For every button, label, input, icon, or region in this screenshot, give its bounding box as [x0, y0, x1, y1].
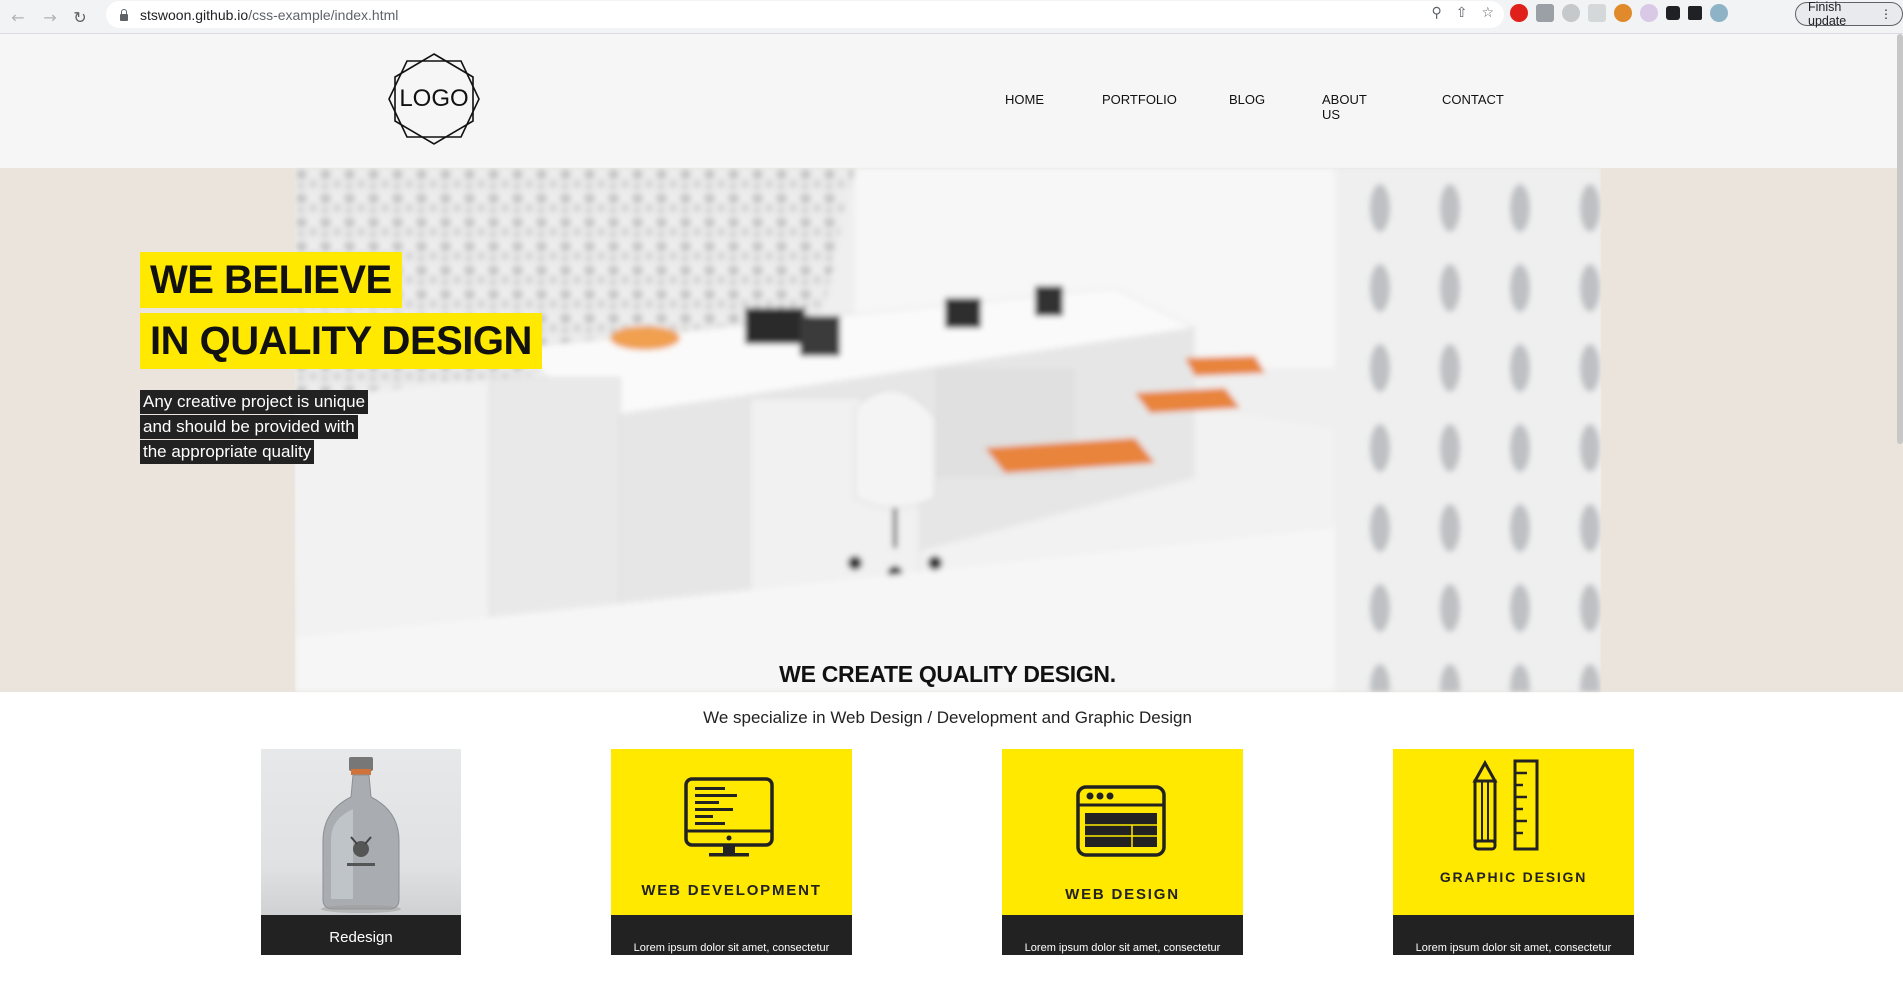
url-text[interactable]: stswoon.github.io/css-example/index.html	[140, 7, 398, 23]
hero-subtext-line-3: the appropriate quality	[140, 440, 315, 464]
card-image: WEB DEVELOPMENT	[611, 749, 852, 915]
puzzle-extensions-icon[interactable]	[1666, 6, 1680, 20]
office-photo-illustration	[295, 168, 1601, 692]
hero-subtext-line-1: Any creative project is unique	[140, 390, 369, 414]
card-image: GRAPHIC DESIGN	[1393, 749, 1634, 915]
logo-text: LOGO	[399, 85, 469, 112]
browser-toolbar: ← → ↻ stswoon.github.io/css-example/inde…	[0, 0, 1903, 34]
section-title: WE CREATE QUALITY DESIGN.	[779, 661, 1116, 687]
card-label: WEB DESIGN	[1065, 886, 1180, 903]
card-footer: Lorem ipsum dolor sit amet, consectetur	[611, 915, 852, 955]
nav-blog[interactable]: BLOG	[1229, 92, 1265, 107]
cursor-extension-icon[interactable]	[1562, 4, 1580, 22]
nav-portfolio[interactable]: PORTFOLIO	[1102, 92, 1177, 107]
screenshot-extension-icon[interactable]	[1588, 4, 1606, 22]
profile-avatar-icon[interactable]	[1710, 4, 1728, 22]
card-label: WEB DEVELOPMENT	[641, 882, 822, 899]
lock-icon[interactable]	[118, 8, 130, 21]
bookmark-star-icon[interactable]: ☆	[1481, 5, 1494, 21]
cookie-extension-icon[interactable]	[1614, 4, 1632, 22]
hero-headline-line-1: WE BELIEVE	[140, 252, 402, 308]
forward-icon[interactable]: →	[36, 3, 64, 31]
nav-about-us[interactable]: ABOUT US	[1322, 92, 1367, 122]
card-label: GRAPHIC DESIGN	[1439, 869, 1588, 885]
card-footer: Lorem ipsum dolor sit amet, consectetur	[1002, 915, 1243, 955]
hero-banner: WE BELIEVE IN QUALITY DESIGN Any creativ…	[0, 168, 1903, 692]
nav-contact[interactable]: CONTACT	[1442, 92, 1504, 107]
extensions-bar	[1510, 4, 1728, 22]
logo[interactable]: LOGO	[387, 52, 481, 146]
translate-extension-icon[interactable]	[1536, 4, 1554, 22]
card-image: WEB DESIGN	[1002, 749, 1243, 915]
back-icon[interactable]: ←	[4, 3, 32, 31]
bottle-image	[261, 749, 461, 915]
mail-extension-icon[interactable]	[1640, 4, 1658, 22]
reload-icon[interactable]: ↻	[66, 3, 94, 31]
growler-bottle-illustration	[321, 757, 401, 913]
address-bar[interactable]: stswoon.github.io/css-example/index.html…	[106, 1, 1504, 28]
zoom-icon[interactable]: ⚲	[1431, 5, 1441, 21]
hero-headline-line-2: IN QUALITY DESIGN	[140, 313, 542, 369]
card-footer: Lorem ipsum dolor sit amet, consectetur	[1393, 915, 1634, 955]
site-header: LOGO HOME PORTFOLIO BLOG ABOUT US CONTAC…	[0, 34, 1903, 168]
more-menu-icon[interactable]: ⋮	[1880, 7, 1892, 21]
hero-office-image	[295, 168, 1601, 692]
side-panel-icon[interactable]	[1688, 6, 1702, 20]
page-scrollbar[interactable]	[1897, 34, 1903, 444]
finish-update-button[interactable]: Finish update ⋮	[1795, 0, 1903, 28]
nav-home[interactable]: HOME	[1005, 92, 1044, 107]
opera-extension-icon[interactable]	[1510, 4, 1528, 22]
share-icon[interactable]: ⇧	[1456, 5, 1468, 21]
card-footer: Redesign	[261, 915, 461, 955]
finish-update-label: Finish update	[1808, 0, 1847, 28]
pencil-ruler-icon	[1472, 759, 1539, 851]
section-subtitle: We specialize in Web Design / Developmen…	[703, 708, 1192, 727]
hero-subtext-line-2: and should be provided with	[140, 415, 358, 439]
omnibox-actions: ⚲ ⇧ ☆	[1431, 5, 1494, 21]
